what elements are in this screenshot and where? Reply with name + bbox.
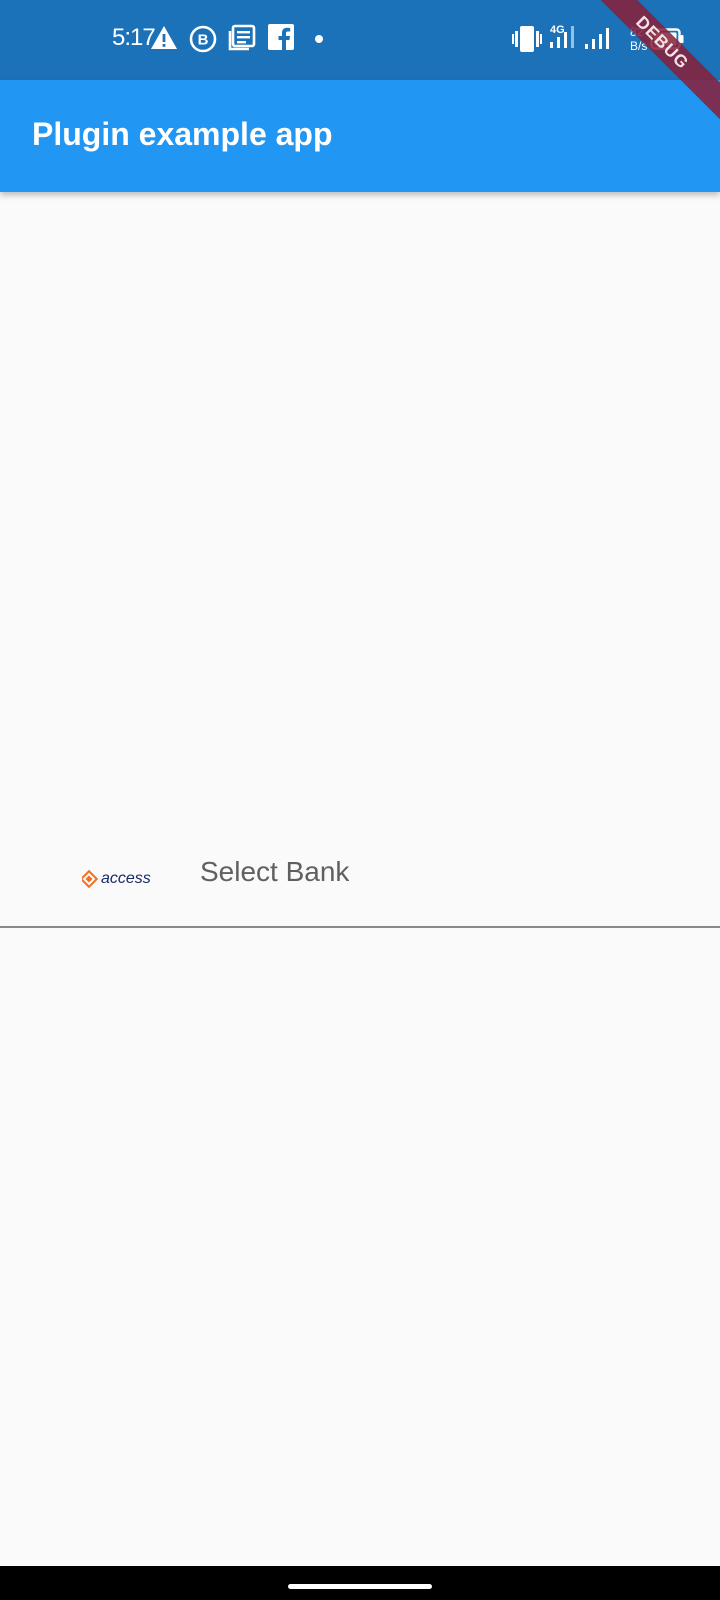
warning-icon [150, 24, 178, 56]
select-bank-hint: Select Bank [200, 856, 350, 887]
dot-icon [314, 34, 324, 66]
page-title: Plugin example app [32, 116, 333, 152]
status-time: 5:17 [112, 24, 156, 51]
network-speed-unit: B/s [630, 39, 648, 53]
system-nav-bar [0, 1566, 720, 1600]
select-bank-dropdown[interactable]: access Select Bank [0, 830, 720, 928]
access-bank-logo: access [79, 866, 162, 890]
news-icon [228, 24, 256, 56]
status-bar: 5:17 B 4G 82 B/s [0, 0, 720, 80]
svg-text:4G: 4G [550, 24, 565, 36]
network-speed: 82 B/s [630, 25, 647, 53]
network-speed-value: 82 [630, 25, 644, 39]
b-circle-icon: B [188, 24, 218, 56]
signal-icon [584, 26, 612, 58]
home-indicator[interactable] [288, 1584, 432, 1589]
signal-4g-icon: 4G [548, 22, 578, 54]
svg-text:B: B [198, 32, 209, 49]
battery-icon [650, 28, 684, 60]
vibrate-icon [512, 26, 542, 58]
facebook-icon [268, 24, 294, 56]
app-screen: 5:17 B 4G 82 B/s Plugin example app DEBU… [0, 0, 720, 1600]
dropdown-underline [0, 926, 720, 928]
access-bank-logo-text: access [101, 870, 151, 887]
app-bar: Plugin example app [0, 80, 720, 192]
